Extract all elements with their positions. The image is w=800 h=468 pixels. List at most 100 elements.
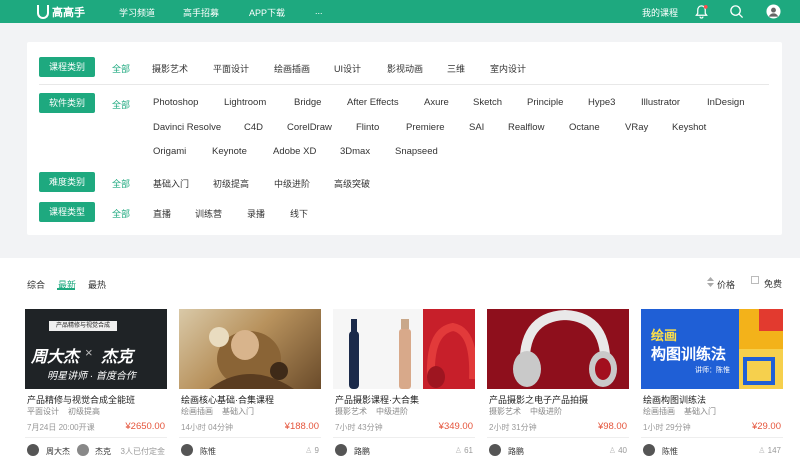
free-filter-label[interactable]: 免费	[764, 277, 782, 290]
sort-tab-hottest[interactable]: 最热	[88, 278, 106, 291]
course-thumbnail[interactable]	[487, 309, 629, 389]
course-category-option[interactable]: UI设计	[334, 62, 361, 75]
course-category-option[interactable]: 平面设计	[213, 62, 249, 75]
sort-tab-general[interactable]: 综合	[27, 278, 45, 291]
course-card[interactable]: 产品精修与视觉合成 周大杰 × 杰克 明星讲师 · 首度合作 产品精修与视觉合成…	[25, 309, 167, 468]
software-option[interactable]: Principle	[527, 97, 563, 108]
teacher-avatar[interactable]	[335, 444, 347, 456]
software-option[interactable]: VRay	[625, 122, 648, 133]
sort-by-price[interactable]: 价格	[717, 278, 735, 291]
software-option[interactable]: Origami	[153, 146, 186, 157]
difficulty-option[interactable]: 高级突破	[334, 177, 370, 190]
course-category-all[interactable]: 全部	[112, 62, 130, 75]
course-type-option[interactable]: 线下	[290, 207, 308, 220]
difficulty-option[interactable]: 基础入门	[153, 177, 189, 190]
software-category-all[interactable]: 全部	[112, 98, 130, 111]
divider	[179, 437, 321, 438]
thumb-title-2: 构图训练法	[651, 346, 727, 363]
software-option[interactable]: SAI	[469, 122, 484, 133]
nav-app-download[interactable]: APP下载	[249, 6, 285, 19]
course-card[interactable]: 产品摄影课程·大合集 摄影艺术 中级进阶 7小时 43分钟 ¥349.00 路鹏 …	[333, 309, 475, 468]
difficulty-option[interactable]: 初级提高	[213, 177, 249, 190]
teacher-name[interactable]: 周大杰	[46, 446, 70, 457]
course-type-option[interactable]: 训练营	[195, 207, 222, 220]
thumb-tagline: 明星讲师 · 首度合作	[47, 371, 136, 382]
software-option[interactable]: Keyshot	[672, 122, 706, 133]
teacher-avatar[interactable]	[489, 444, 501, 456]
course-tag: 摄影艺术	[335, 407, 367, 416]
course-type-option[interactable]: 直播	[153, 207, 171, 220]
software-option[interactable]: Premiere	[406, 122, 445, 133]
software-option[interactable]: Sketch	[473, 97, 502, 108]
course-title[interactable]: 产品精修与视觉合成全能班	[27, 393, 135, 406]
teacher-name[interactable]: 陈惟	[200, 446, 216, 457]
course-category-option[interactable]: 影视动画	[387, 62, 423, 75]
student-count: ♙ 9	[305, 446, 319, 455]
software-option[interactable]: Davinci Resolve	[153, 122, 221, 133]
bell-icon[interactable]	[694, 4, 709, 19]
nav-learning-channel[interactable]: 学习频道	[119, 6, 155, 19]
software-option[interactable]: Octane	[569, 122, 600, 133]
software-option[interactable]: Snapseed	[395, 146, 438, 157]
teacher-name[interactable]: 陈惟	[662, 446, 678, 457]
software-option[interactable]: Axure	[424, 97, 449, 108]
nav-more[interactable]: ...	[315, 6, 323, 16]
search-icon[interactable]	[729, 4, 744, 19]
course-tag: 初级提高	[68, 407, 100, 416]
course-title[interactable]: 产品摄影课程·大合集	[335, 393, 419, 406]
teacher-avatar[interactable]	[181, 444, 193, 456]
software-option[interactable]: After Effects	[347, 97, 399, 108]
course-type-all[interactable]: 全部	[112, 207, 130, 220]
course-thumbnail[interactable]: 绘画 构图训练法 讲师：陈惟	[641, 309, 783, 389]
course-tag: 基础入门	[222, 407, 254, 416]
course-thumbnail[interactable]	[333, 309, 475, 389]
nav-my-courses[interactable]: 我的课程	[642, 6, 678, 19]
divider	[487, 437, 629, 438]
teacher-name[interactable]: 路鹏	[354, 446, 370, 457]
course-category-option[interactable]: 摄影艺术	[152, 62, 188, 75]
software-option[interactable]: Illustrator	[641, 97, 680, 108]
nav-expert-recruit[interactable]: 高手招募	[183, 6, 219, 19]
course-title[interactable]: 产品摄影之电子产品拍摄	[489, 393, 588, 406]
software-option[interactable]: Realflow	[508, 122, 544, 133]
logo[interactable]: 高高手	[37, 4, 85, 20]
software-option[interactable]: Photoshop	[153, 97, 198, 108]
course-category-option[interactable]: 三维	[447, 62, 465, 75]
course-title[interactable]: 绘画核心基础·合集课程	[181, 393, 274, 406]
software-option[interactable]: Adobe XD	[273, 146, 316, 157]
difficulty-all[interactable]: 全部	[112, 177, 130, 190]
software-option[interactable]: Bridge	[294, 97, 321, 108]
teacher-avatar[interactable]	[643, 444, 655, 456]
logo-mark-icon	[37, 5, 49, 19]
software-option[interactable]: C4D	[244, 122, 263, 133]
difficulty-option[interactable]: 中级进阶	[274, 177, 310, 190]
user-avatar[interactable]	[766, 4, 781, 19]
software-option[interactable]: Lightroom	[224, 97, 266, 108]
teacher-name[interactable]: 杰克	[95, 446, 111, 457]
software-option[interactable]: Flinto	[356, 122, 379, 133]
software-option[interactable]: 3Dmax	[340, 146, 370, 157]
thumb-lecturer: 讲师：陈惟	[695, 367, 730, 374]
course-title[interactable]: 绘画构图训练法	[643, 393, 706, 406]
student-count: ♙ 61	[455, 446, 473, 455]
course-category-option[interactable]: 绘画插画	[274, 62, 310, 75]
teacher-name[interactable]: 路鹏	[508, 446, 524, 457]
software-option[interactable]: Keynote	[212, 146, 247, 157]
course-card[interactable]: 绘画核心基础·合集课程 绘画插画 基础入门 14小时 04分钟 ¥188.00 陈…	[179, 309, 321, 468]
teacher-avatar[interactable]	[77, 444, 89, 456]
software-option[interactable]: InDesign	[707, 97, 745, 108]
software-option[interactable]: Hype3	[588, 97, 615, 108]
course-card[interactable]: 绘画 构图训练法 讲师：陈惟 绘画构图训练法 绘画插画 基础入门 1小时 29分钟…	[641, 309, 783, 468]
course-thumbnail[interactable]: 产品精修与视觉合成 周大杰 × 杰克 明星讲师 · 首度合作	[25, 309, 167, 389]
software-option[interactable]: CorelDraw	[287, 122, 332, 133]
course-card[interactable]: 产品摄影之电子产品拍摄 摄影艺术 中级进阶 2小时 31分钟 ¥98.00 路鹏 …	[487, 309, 629, 468]
user-icon: ♙	[608, 446, 616, 455]
course-duration: 2小时 31分钟	[489, 423, 537, 432]
course-type-option[interactable]: 录播	[247, 207, 265, 220]
thumb-x-icon: ×	[85, 345, 93, 360]
free-checkbox[interactable]	[751, 276, 759, 284]
course-thumbnail[interactable]	[179, 309, 321, 389]
teacher-avatar[interactable]	[27, 444, 39, 456]
user-icon: ♙	[305, 446, 313, 455]
course-category-option[interactable]: 室内设计	[490, 62, 526, 75]
